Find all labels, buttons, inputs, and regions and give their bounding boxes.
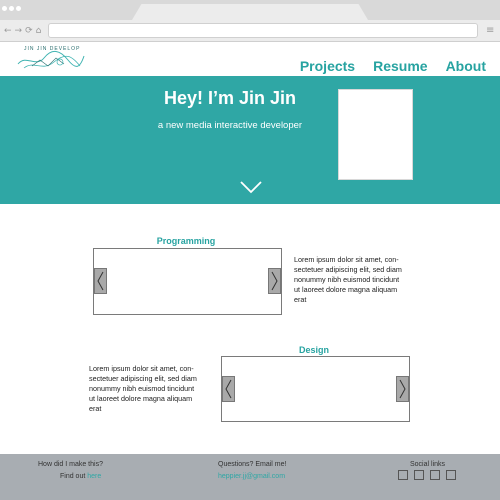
chevron-left-icon (97, 271, 104, 291)
footer-findout-text: Find out (60, 473, 88, 480)
browser-tab[interactable] (132, 4, 368, 20)
window-controls (2, 6, 21, 11)
social-link-icon[interactable] (414, 470, 424, 480)
slider-prev-button[interactable] (94, 268, 107, 294)
window-dot-icon[interactable] (16, 6, 21, 11)
chevron-right-icon (271, 271, 278, 291)
social-link-icon[interactable] (398, 470, 408, 480)
description-line: nonummy nibh euismod tincidunt (89, 384, 195, 393)
address-bar[interactable] (48, 23, 478, 38)
design-description: Lorem ipsum dolor sit amet, con- sectetu… (89, 364, 219, 414)
footer-how-text: How did I make this? (38, 461, 103, 468)
slider-next-button[interactable] (396, 376, 409, 402)
window-dot-icon[interactable] (9, 6, 14, 11)
window-dot-icon[interactable] (2, 6, 7, 11)
logo-text: JIN JIN DEVELOP (24, 46, 81, 52)
footer-col-how: How did I make this? Find out here (38, 459, 138, 483)
description-line: erat (294, 295, 307, 304)
chevron-right-icon (399, 379, 406, 399)
browser-toolbar: ← → ⟳ ⌂ ≡ (0, 20, 500, 42)
slider-prev-button[interactable] (222, 376, 235, 402)
reload-icon[interactable]: ⟳ (25, 24, 33, 38)
browser-nav-icons: ← → ⟳ ⌂ (4, 24, 41, 38)
back-icon[interactable]: ← (4, 24, 12, 38)
main-nav: Projects Resume About (300, 58, 486, 74)
programming-description: Lorem ipsum dolor sit amet, con- sectetu… (294, 255, 424, 305)
social-link-icon[interactable] (446, 470, 456, 480)
browser-titlebar (0, 0, 500, 20)
chevron-down-icon[interactable] (240, 180, 262, 194)
social-link-icon[interactable] (430, 470, 440, 480)
menu-icon[interactable]: ≡ (486, 24, 494, 38)
description-line: erat (89, 404, 102, 413)
description-line: ut laoreet dolore magna aliquam (294, 285, 398, 294)
nav-resume-link[interactable]: Resume (373, 58, 427, 74)
slider-next-button[interactable] (268, 268, 281, 294)
home-icon[interactable]: ⌂ (36, 24, 42, 38)
footer-questions-text: Questions? Email me! (218, 461, 287, 468)
site-header: JIN JIN DEVELOP Projects Resume About (0, 42, 500, 76)
hero-subtitle: a new media interactive developer (157, 120, 303, 131)
description-line: nonummy nibh euismod tincidunt (294, 275, 400, 284)
section-title-design: Design (298, 345, 329, 355)
footer-here-link[interactable]: here (87, 473, 101, 480)
chevron-left-icon (225, 379, 232, 399)
description-line: Lorem ipsum dolor sit amet, con- (89, 364, 194, 373)
footer-email-link[interactable]: heppier.jj@gmail.com (218, 473, 285, 480)
hero-banner: Hey! I’m Jin Jin a new media interactive… (0, 76, 500, 204)
footer-col-contact: Questions? Email me! heppier.jj@gmail.co… (218, 459, 318, 483)
social-icons (398, 470, 456, 480)
nav-projects-link[interactable]: Projects (300, 58, 355, 74)
description-line: ut laoreet dolore magna aliquam (89, 394, 193, 403)
programming-slider (93, 248, 282, 315)
hero-title: Hey! I’m Jin Jin (163, 88, 297, 108)
section-title-programming: Programming (156, 236, 216, 246)
site-footer: How did I make this? Find out here Quest… (0, 454, 500, 500)
profile-photo (338, 89, 413, 180)
description-line: sectetuer adipiscing elit, sed diam (294, 265, 402, 274)
design-slider (221, 356, 410, 422)
footer-findout-line: Find out here (38, 471, 138, 483)
description-line: sectetuer adipiscing elit, sed diam (89, 374, 197, 383)
forward-icon[interactable]: → (15, 24, 23, 38)
description-line: Lorem ipsum dolor sit amet, con- (294, 255, 399, 264)
nav-about-link[interactable]: About (446, 58, 486, 74)
